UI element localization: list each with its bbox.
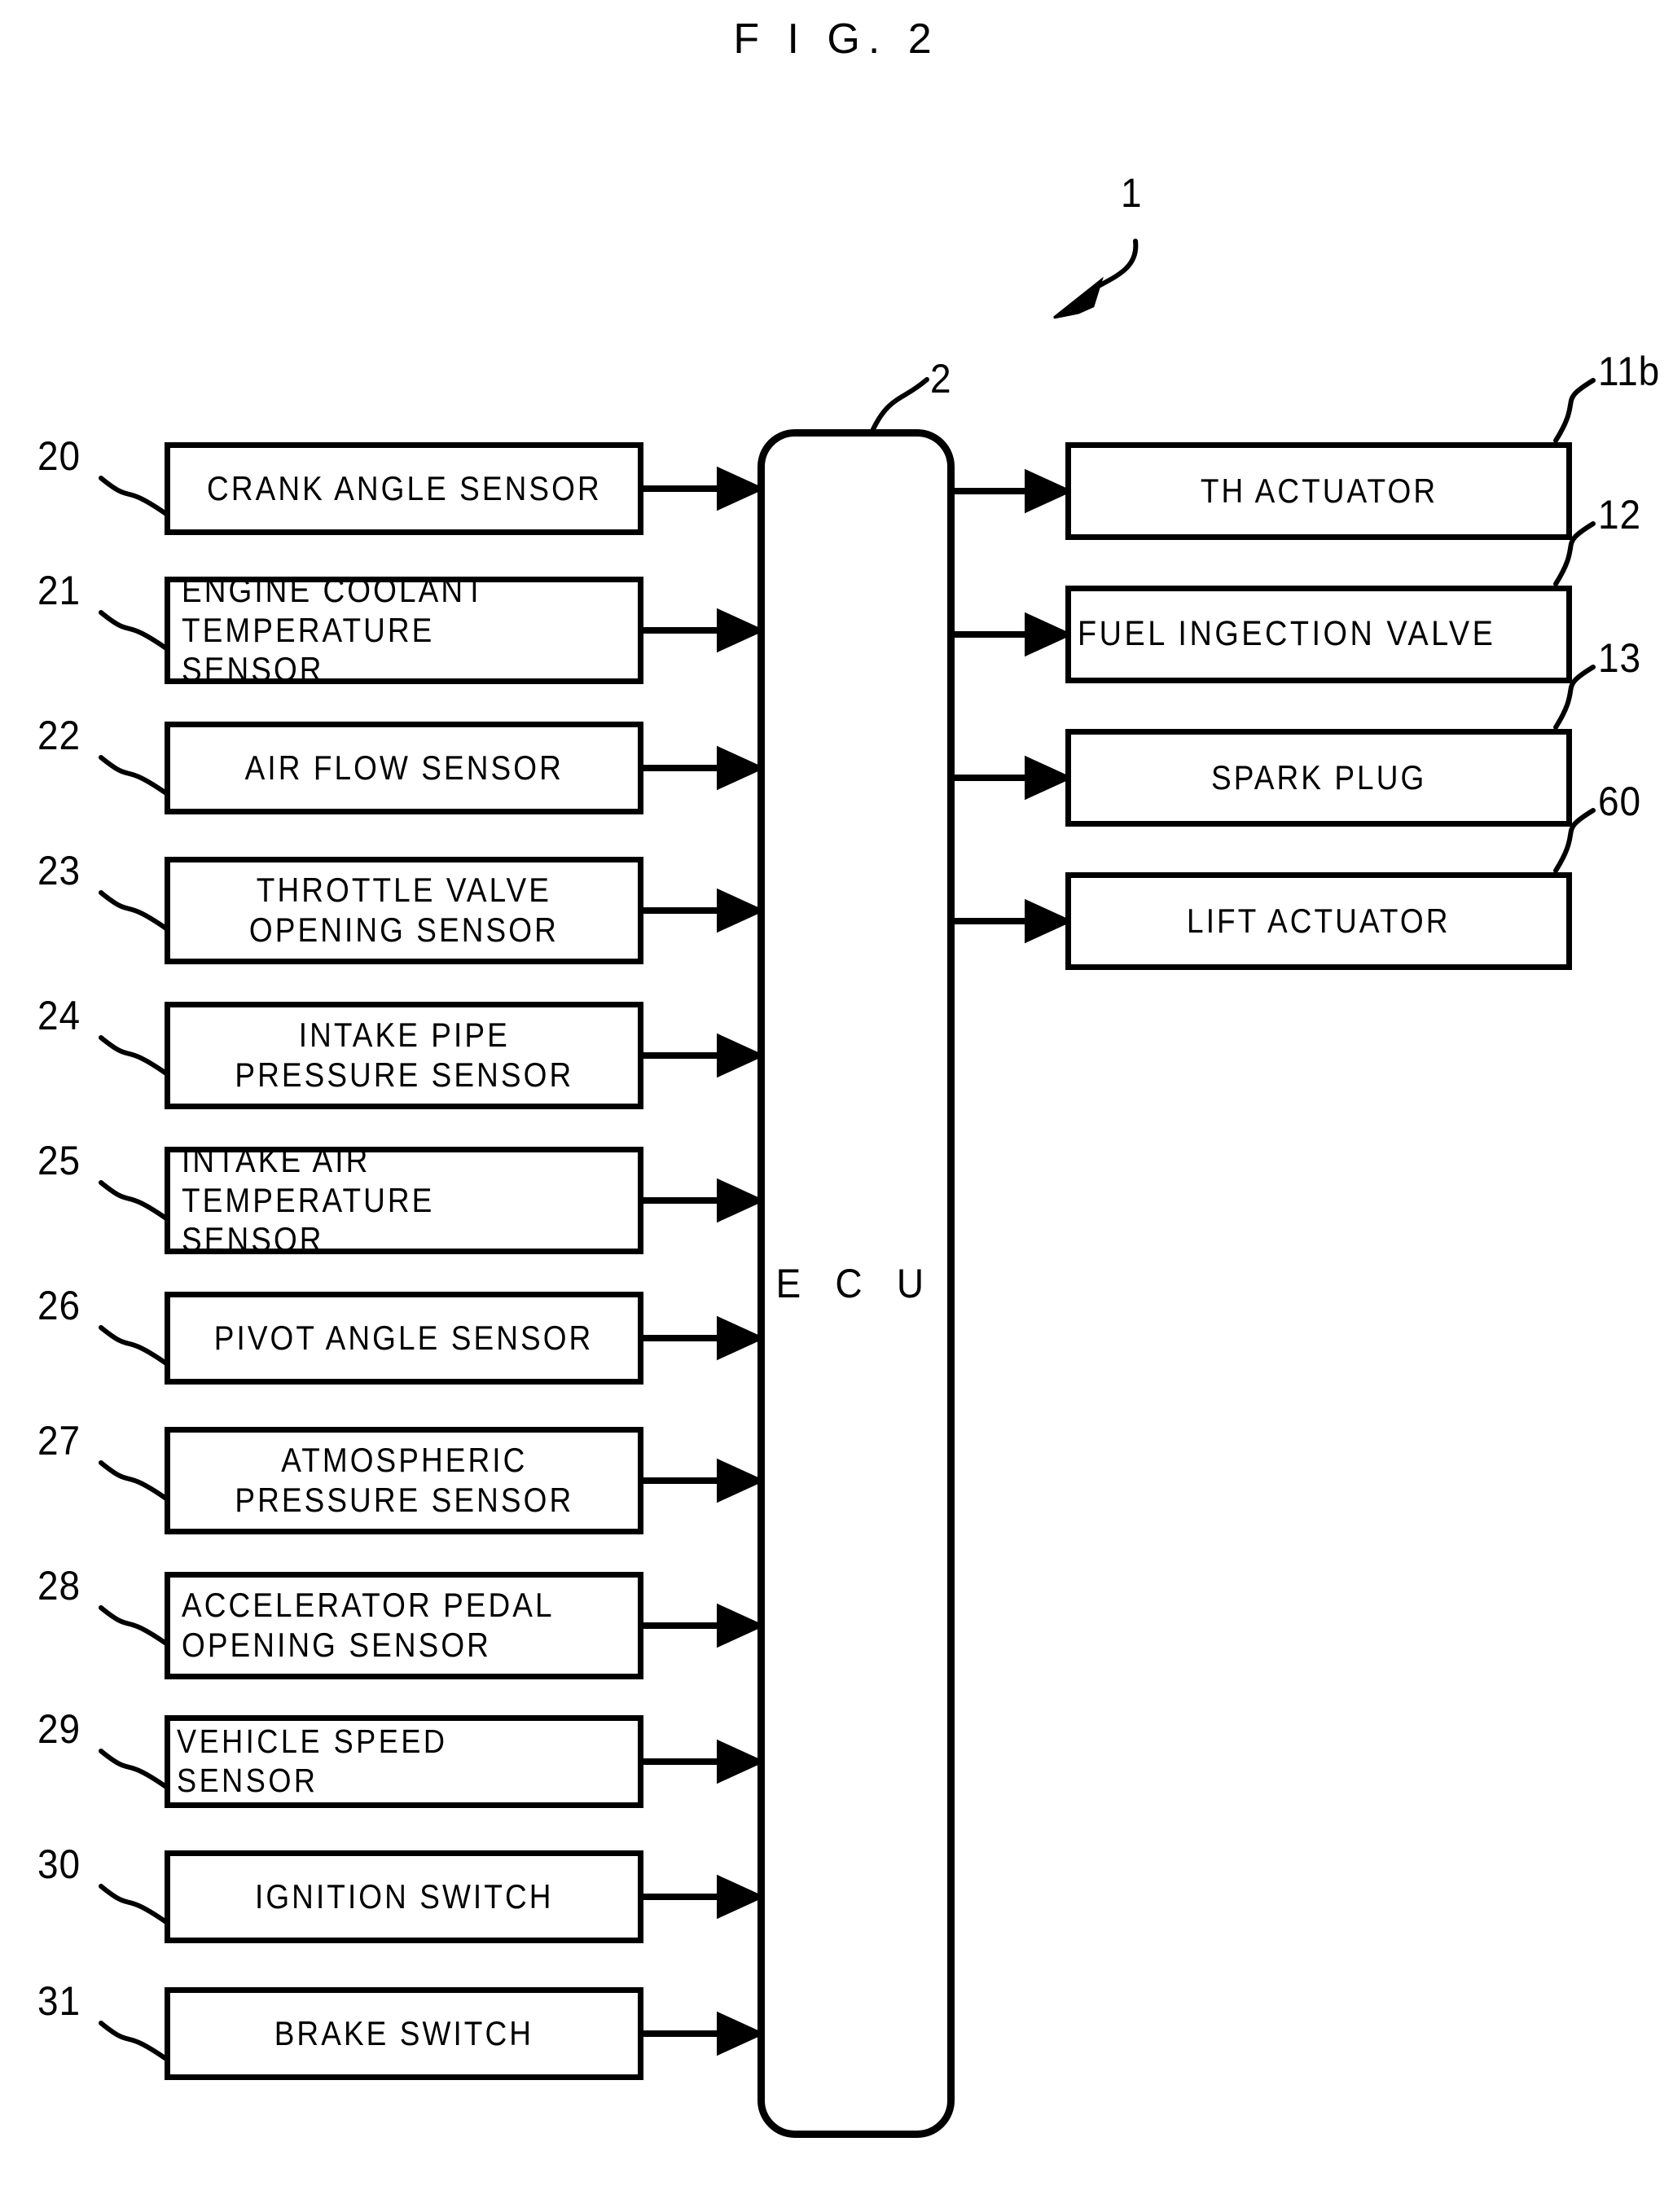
input-arrow-30	[643, 1874, 766, 1920]
output-arrow-12	[955, 612, 1074, 657]
leader-line-23	[99, 890, 169, 931]
output-arrow-13	[955, 755, 1074, 801]
leader-line-22	[99, 755, 169, 796]
actuator-box-13[interactable]: SPARK PLUG	[1065, 729, 1572, 827]
sensor-box-25[interactable]: INTAKE AIR TEMPERATURE SENSOR	[165, 1141, 643, 1258]
actuator-box-label: FUEL INGECTION VALVE	[1078, 614, 1496, 654]
sensor-box-label: INTAKE PIPE PRESSURE SENSOR	[235, 1016, 573, 1094]
reference-numeral-22: 22	[37, 713, 81, 758]
leader-line-24	[99, 1035, 169, 1076]
sensor-box-26[interactable]: PIVOT ANGLE SENSOR	[165, 1292, 643, 1385]
sensor-box-29[interactable]: VEHICLE SPEED SENSOR	[165, 1715, 643, 1808]
reference-numeral-11b: 11b	[1598, 349, 1661, 394]
sensor-box-label: BRAKE SWITCH	[274, 2013, 534, 2052]
actuator-box-label: SPARK PLUG	[1210, 757, 1427, 797]
leader-line-ecu	[871, 377, 929, 432]
reference-numeral-26: 26	[37, 1283, 81, 1328]
input-arrow-21	[643, 608, 766, 653]
reference-numeral-ecu: 2	[930, 356, 952, 402]
reference-numeral-24: 24	[37, 993, 81, 1038]
leader-line-27	[99, 1460, 169, 1501]
leader-line-29	[99, 1749, 169, 1789]
leader-line-28	[99, 1605, 169, 1646]
sensor-box-label: IGNITION SWITCH	[254, 1876, 554, 1916]
sensor-box-label: CRANK ANGLE SENSOR	[206, 468, 602, 507]
sensor-box-28[interactable]: ACCELERATOR PEDAL OPENING SENSOR	[165, 1572, 643, 1679]
leader-line-21	[99, 610, 169, 651]
reference-numeral-12: 12	[1598, 492, 1642, 538]
leader-line-25	[99, 1180, 169, 1221]
sensor-box-label: INTAKE AIR TEMPERATURE SENSOR	[182, 1140, 435, 1259]
output-arrow-60	[955, 898, 1074, 944]
sensor-box-label: ACCELERATOR PEDAL OPENING SENSOR	[182, 1586, 555, 1664]
leader-line-30	[99, 1884, 169, 1925]
actuator-box-label: LIFT ACTUATOR	[1187, 901, 1451, 940]
sensor-box-31[interactable]: BRAKE SWITCH	[165, 1987, 643, 2080]
leader-line-20	[99, 476, 169, 516]
sensor-box-22[interactable]: AIR FLOW SENSOR	[165, 722, 643, 814]
actuator-box-label: TH ACTUATOR	[1200, 471, 1438, 510]
sensor-box-label: AIR FLOW SENSOR	[244, 748, 564, 787]
reference-numeral-27: 27	[37, 1418, 81, 1464]
assembly-arrow-head	[1053, 276, 1104, 319]
sensor-box-label: VEHICLE SPEED SENSOR	[177, 1723, 448, 1799]
reference-numeral-60: 60	[1598, 779, 1642, 824]
ecu-label: E C U	[775, 1261, 937, 1306]
sensor-box-24[interactable]: INTAKE PIPE PRESSURE SENSOR	[165, 1002, 643, 1109]
input-arrow-26	[643, 1315, 766, 1361]
sensor-box-label: PIVOT ANGLE SENSOR	[214, 1318, 594, 1357]
input-arrow-27	[643, 1458, 766, 1503]
input-arrow-25	[643, 1178, 766, 1223]
ecu-block[interactable]: E C U	[757, 429, 955, 2138]
sensor-box-27[interactable]: ATMOSPHERIC PRESSURE SENSOR	[165, 1427, 643, 1534]
reference-numeral-20: 20	[37, 433, 81, 479]
input-arrow-29	[643, 1739, 766, 1784]
actuator-box-12[interactable]: FUEL INGECTION VALVE	[1065, 586, 1572, 683]
sensor-box-23[interactable]: THROTTLE VALVE OPENING SENSOR	[165, 857, 643, 964]
input-arrow-28	[643, 1603, 766, 1648]
output-arrow-11b	[955, 468, 1074, 514]
reference-numeral-13: 13	[1598, 635, 1642, 681]
leader-line-31	[99, 2021, 169, 2061]
sensor-box-label: ENGINE COOLANT TEMPERATURE SENSOR	[182, 570, 486, 689]
reference-numeral-assembly: 1	[1121, 170, 1143, 216]
reference-numeral-25: 25	[37, 1138, 81, 1183]
leader-line-26	[99, 1325, 169, 1366]
input-arrow-24	[643, 1033, 766, 1078]
input-arrow-22	[643, 745, 766, 791]
input-arrow-31	[643, 2011, 766, 2056]
reference-numeral-21: 21	[37, 568, 81, 613]
reference-numeral-29: 29	[37, 1706, 81, 1752]
actuator-box-11b[interactable]: TH ACTUATOR	[1065, 442, 1572, 540]
sensor-box-21[interactable]: ENGINE COOLANT TEMPERATURE SENSOR	[165, 571, 643, 688]
reference-numeral-31: 31	[37, 1978, 81, 2024]
reference-numeral-28: 28	[37, 1563, 81, 1609]
input-arrow-20	[643, 466, 766, 511]
sensor-box-20[interactable]: CRANK ANGLE SENSOR	[165, 442, 643, 535]
figure-canvas: F I G. 2 CRANK ANGLE SENSOR ENGINE COOLAN…	[0, 0, 1673, 2212]
sensor-box-30[interactable]: IGNITION SWITCH	[165, 1850, 643, 1943]
sensor-box-label: THROTTLE VALVE OPENING SENSOR	[249, 871, 559, 949]
input-arrow-23	[643, 888, 766, 933]
reference-numeral-23: 23	[37, 848, 81, 893]
sensor-box-label: ATMOSPHERIC PRESSURE SENSOR	[235, 1441, 573, 1519]
actuator-box-60[interactable]: LIFT ACTUATOR	[1065, 872, 1572, 970]
reference-numeral-30: 30	[37, 1841, 81, 1887]
leader-line-11b	[1553, 378, 1596, 443]
